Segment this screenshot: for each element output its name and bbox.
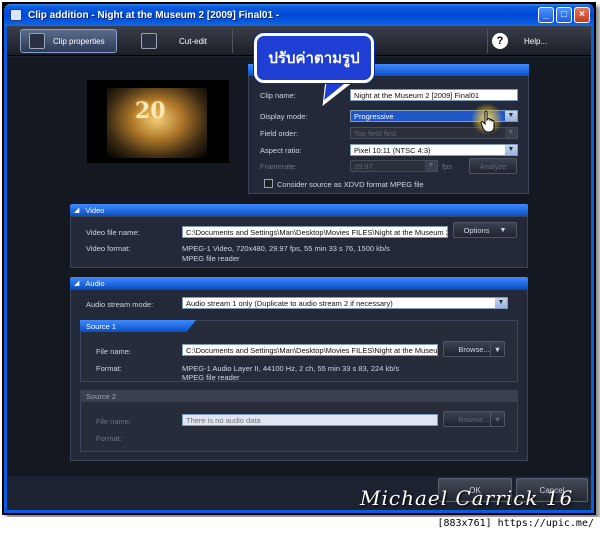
video-format-label: Video format: — [86, 244, 131, 253]
video-file-name-input[interactable]: C:\Documents and Settings\Man\Desktop\Mo… — [182, 226, 448, 238]
audio-source2-tab[interactable]: Source 2 — [80, 390, 518, 402]
chevron-down-icon: ▼ — [499, 226, 507, 234]
audio-stream-mode-select[interactable]: Audio stream 1 only (Duplicate to audio … — [182, 297, 508, 309]
chevron-down-icon: ▼ — [505, 111, 517, 121]
tab-clip-properties-label: Clip properties — [53, 36, 105, 46]
clip-thumbnail: 20 — [87, 80, 229, 163]
chevron-down-icon: ▼ — [505, 128, 517, 138]
chevron-down-icon: ▼ — [425, 161, 437, 171]
tab-cut-edit[interactable]: Cut-edit — [137, 29, 233, 53]
audio-source1-format-line1: MPEG-1 Audio Layer II, 44100 Hz, 2 ch, 5… — [182, 364, 400, 373]
aspect-ratio-value: Pixel 10:11 (NTSC 4:3) — [354, 146, 431, 155]
analyze-button[interactable]: Analyze — [469, 158, 517, 174]
clip-name-label: Clip name: — [260, 91, 296, 100]
framerate-select[interactable]: 29.97 ▼ — [350, 160, 438, 172]
video-format-line1: MPEG-1 Video, 720x480, 29.97 fps, 55 min… — [182, 244, 390, 253]
xdvd-checkbox-label: Consider source as XDVD format MPEG file — [277, 180, 424, 189]
help-icon: ? — [492, 33, 508, 49]
aspect-ratio-label: Aspect ratio: — [260, 146, 302, 155]
help-label: Help... — [524, 36, 548, 46]
field-order-value: Top field first — [354, 129, 397, 138]
chevron-down-icon: ▼ — [493, 344, 502, 354]
collapse-icon: ◢ — [74, 280, 80, 287]
xdvd-checkbox[interactable] — [264, 179, 273, 188]
tab-cut-edit-label: Cut-edit — [179, 36, 208, 46]
audio-source1-format-label: Format: — [96, 364, 122, 373]
field-order-label: Field order: — [260, 129, 298, 138]
tab-clip-properties[interactable]: Clip properties — [20, 29, 117, 53]
audio-source2-format-label: Format: — [96, 434, 122, 443]
clip-name-input[interactable]: Night at the Museum 2 [2009] Final01 — [350, 89, 518, 101]
audio-source1-browse-menu[interactable]: ▼ — [490, 341, 505, 357]
fps-label: fps — [442, 162, 453, 171]
image-size-note: [883x761] https://upic.me/ — [437, 518, 594, 529]
collapse-icon: ◢ — [74, 207, 80, 214]
aspect-ratio-select[interactable]: Pixel 10:11 (NTSC 4:3) ▼ — [350, 144, 518, 156]
audio-source1-tab[interactable]: Source 1 — [80, 320, 196, 332]
window-title: Clip addition - Night at the Museum 2 [2… — [28, 9, 280, 21]
scissors-icon — [141, 33, 157, 49]
window-controls: _ □ × — [538, 7, 590, 23]
document-icon — [29, 33, 45, 49]
title-bar[interactable]: Clip addition - Night at the Museum 2 [2… — [4, 4, 594, 26]
video-options-button[interactable]: Options ▼ — [453, 222, 517, 238]
audio-source2-browse-menu[interactable]: ▼ — [490, 411, 505, 427]
audio-stream-mode-label: Audio stream mode: — [86, 300, 154, 309]
chevron-down-icon: ▼ — [493, 414, 502, 424]
display-mode-value: Progressive — [354, 112, 394, 121]
thumbnail-logo: 20 — [135, 98, 166, 124]
chevron-down-icon: ▼ — [495, 298, 507, 308]
audio-source2-file-input[interactable] — [182, 414, 438, 426]
audio-source1-format-line2: MPEG file reader — [182, 373, 240, 382]
chevron-down-icon: ▼ — [505, 145, 517, 155]
audio-stream-mode-value: Audio stream 1 only (Duplicate to audio … — [186, 299, 393, 308]
annotation-callout: ปรับค่าตามรูป — [254, 33, 374, 83]
framerate-label: Framerate: — [260, 162, 297, 171]
video-section-header[interactable]: ◢ Video — [70, 204, 528, 216]
audio-section-header[interactable]: ◢ Audio — [70, 277, 528, 289]
app-icon — [10, 9, 22, 21]
minimize-button[interactable]: _ — [538, 7, 554, 23]
close-button[interactable]: × — [574, 7, 590, 23]
audio-source1-file-input[interactable]: C:\Documents and Settings\Man\Desktop\Mo… — [182, 344, 438, 356]
signature-watermark: Michael Carrick 16 — [360, 486, 574, 510]
help-button[interactable]: ? Help... — [487, 29, 587, 53]
maximize-button[interactable]: □ — [556, 7, 572, 23]
video-file-name-label: Video file name: — [86, 228, 140, 237]
video-format-line2: MPEG file reader — [182, 254, 240, 263]
video-section-title: Video — [85, 205, 105, 215]
audio-source1-file-label: File name: — [96, 347, 132, 356]
display-mode-label: Display mode: — [260, 112, 308, 121]
hand-cursor-icon — [480, 110, 495, 133]
framerate-value: 29.97 — [354, 162, 373, 171]
audio-source2-file-label: File name: — [96, 417, 132, 426]
audio-section-title: Audio — [85, 278, 105, 288]
video-options-label: Options — [463, 225, 490, 235]
